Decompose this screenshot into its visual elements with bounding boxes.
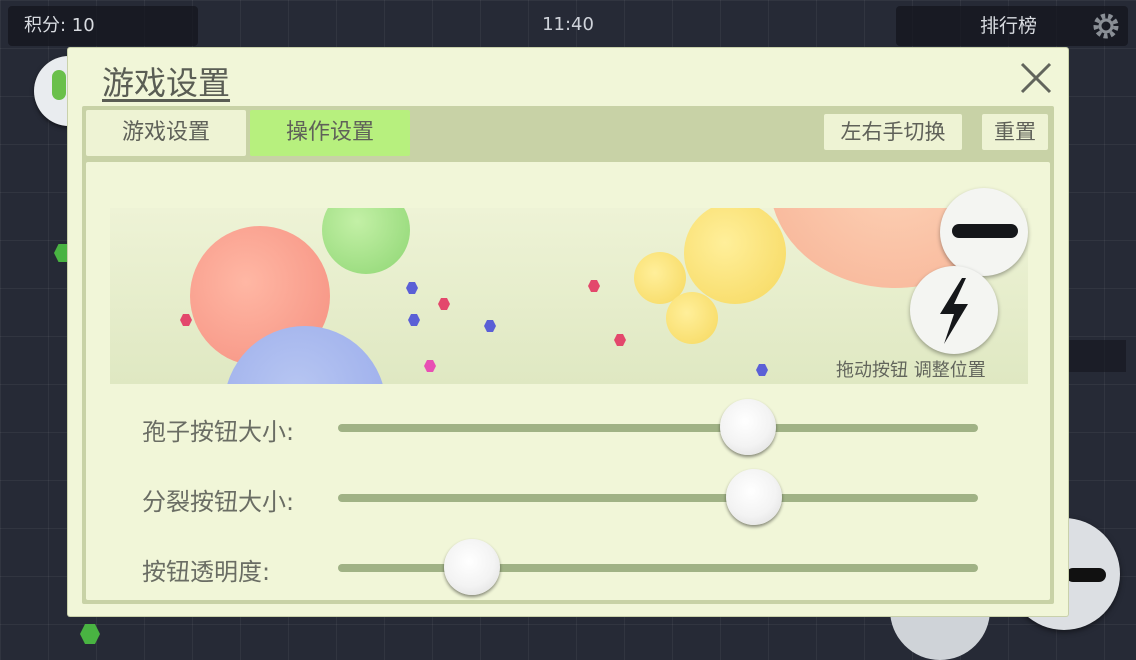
microphone-icon xyxy=(52,70,66,100)
cell-green xyxy=(322,208,410,274)
gear-icon[interactable] xyxy=(1092,12,1120,40)
spore-size-label: 孢子按钮大小: xyxy=(142,418,295,446)
food-pellet xyxy=(406,282,418,294)
minus-icon xyxy=(1066,568,1106,582)
opacity-slider[interactable] xyxy=(338,539,978,595)
score-text: 积分: 10 xyxy=(24,15,95,36)
opacity-label: 按钮透明度: xyxy=(142,558,271,586)
split-size-label: 分裂按钮大小: xyxy=(142,488,295,516)
food-pellet xyxy=(180,314,192,326)
clock: 11:40 xyxy=(542,14,594,35)
split-size-setting: 分裂按钮大小: xyxy=(142,469,1022,525)
dialog-title: 游戏设置 xyxy=(102,64,231,102)
food-pellet xyxy=(588,280,600,292)
food-pellet xyxy=(80,624,100,644)
split-size-knob[interactable] xyxy=(726,469,782,525)
control-settings-content: 拖动按钮 调整位置 孢子按钮大小: 分裂按钮大小: 按钮透明度: xyxy=(86,162,1050,600)
tab-game-settings[interactable]: 游戏设置 xyxy=(86,110,246,156)
leaderboard-label: 排行榜 xyxy=(980,15,1038,37)
lightning-icon xyxy=(940,278,968,344)
food-pellet xyxy=(614,334,626,346)
settings-dialog: 游戏设置 游戏设置 操作设置 左右手切换 重置 拖动按钮 调整位置 孢子按钮大小… xyxy=(68,48,1068,616)
opacity-knob[interactable] xyxy=(444,539,501,595)
spore-size-slider[interactable] xyxy=(338,399,978,455)
food-pellet xyxy=(424,360,436,372)
swap-hands-button[interactable]: 左右手切换 xyxy=(824,114,962,150)
food-pellet xyxy=(438,298,450,310)
reset-button[interactable]: 重置 xyxy=(982,114,1048,150)
split-button-preview[interactable] xyxy=(940,188,1028,276)
minus-icon xyxy=(952,224,1018,238)
food-pellet xyxy=(408,314,420,326)
cell-yellow xyxy=(684,208,786,304)
close-icon[interactable] xyxy=(1018,60,1054,96)
settings-panel: 游戏设置 操作设置 左右手切换 重置 拖动按钮 调整位置 孢子按钮大小: 分裂按… xyxy=(82,106,1054,604)
cell-yellow xyxy=(666,292,718,344)
background-panel xyxy=(1066,340,1126,372)
leaderboard-button[interactable]: 排行榜 xyxy=(896,6,1128,46)
tab-control-settings[interactable]: 操作设置 xyxy=(250,110,410,156)
food-pellet xyxy=(484,320,496,332)
spore-size-knob[interactable] xyxy=(719,399,776,455)
spore-size-setting: 孢子按钮大小: xyxy=(142,399,1022,455)
spore-button-preview[interactable] xyxy=(910,266,998,354)
drag-hint-text: 拖动按钮 调整位置 xyxy=(836,360,986,381)
score-display: 积分: 10 xyxy=(8,6,198,46)
food-pellet xyxy=(756,364,768,376)
split-size-slider[interactable] xyxy=(338,469,978,525)
opacity-setting: 按钮透明度: xyxy=(142,539,1022,595)
